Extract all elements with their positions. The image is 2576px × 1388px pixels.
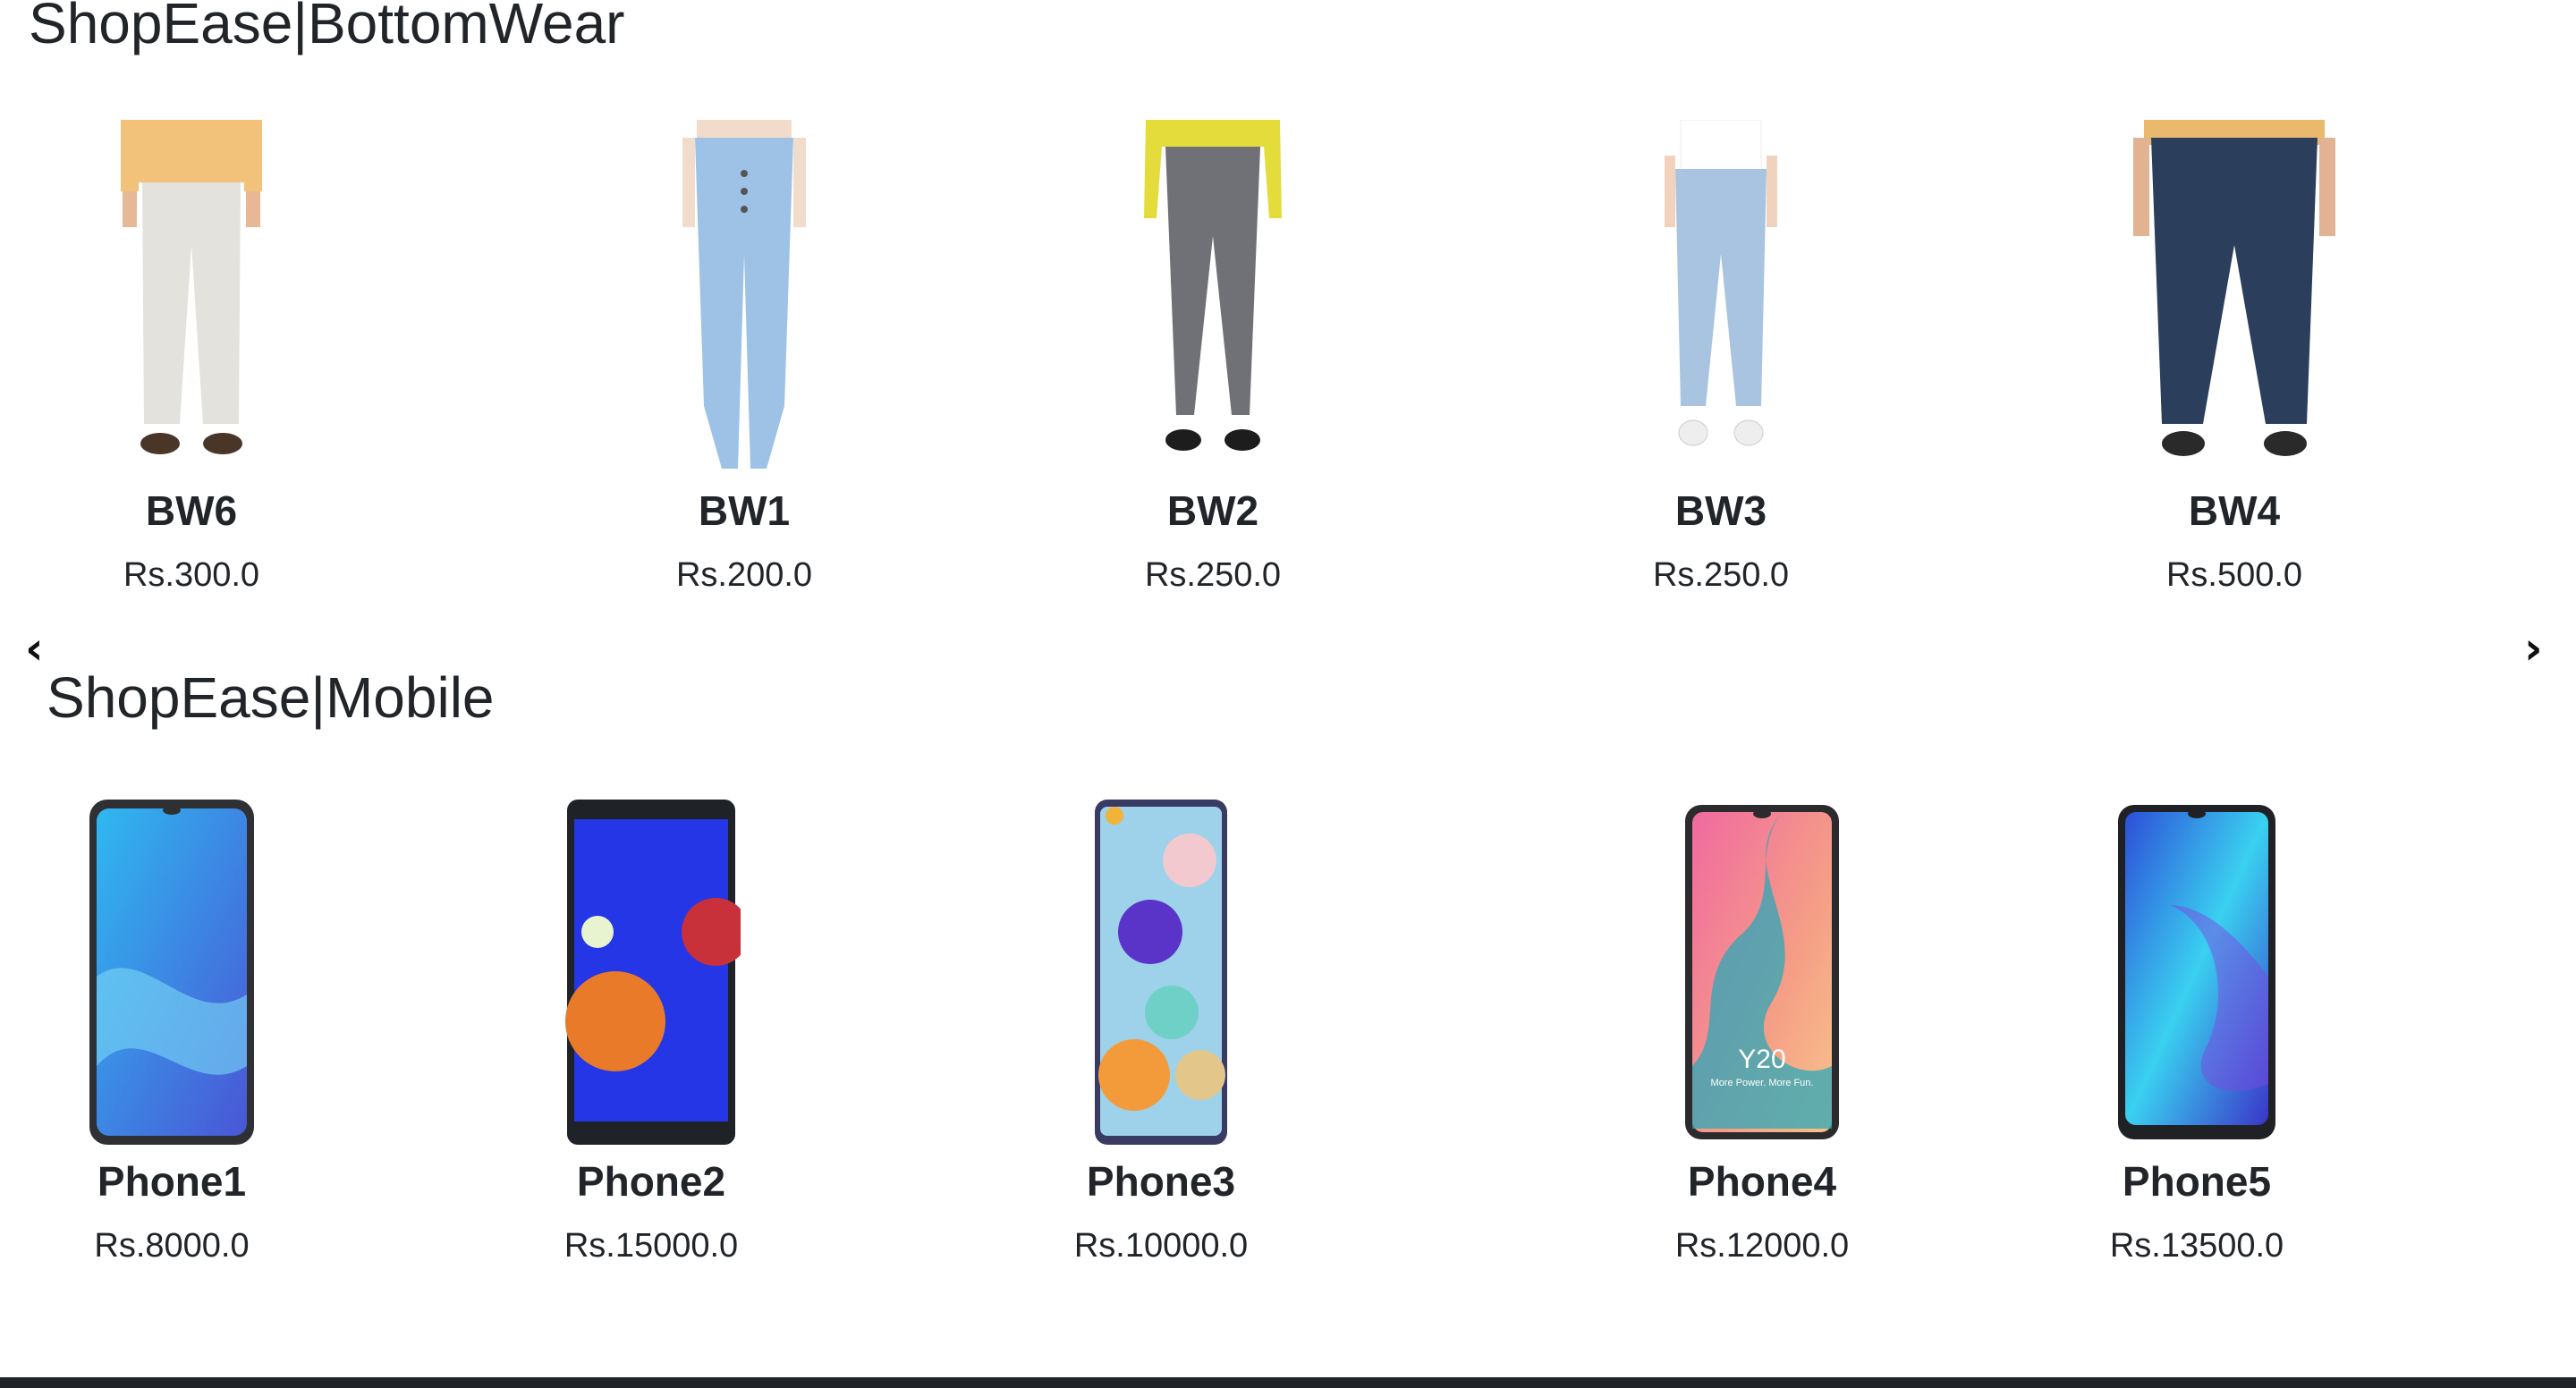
product-name[interactable]: Phone4 <box>1688 1161 1836 1202</box>
product-price: Rs.250.0 <box>1652 556 1790 594</box>
product-price: Rs.300.0 <box>123 556 260 594</box>
product-name[interactable]: Phone3 <box>1087 1161 1235 1202</box>
product-price: Rs.10000.0 <box>1073 1227 1249 1265</box>
phone-redmi-image[interactable] <box>82 798 261 1147</box>
pants-beige-image[interactable] <box>89 120 294 478</box>
section-title-bottomwear: ShopEase|BottomWear <box>29 0 625 55</box>
section-title-mobile: ShopEase|Mobile <box>47 665 495 730</box>
product-name[interactable]: BW6 <box>146 490 237 531</box>
phone-galaxy-a21-image[interactable] <box>1072 798 1250 1147</box>
product-name[interactable]: Phone1 <box>97 1161 246 1202</box>
product-card-bw1[interactable]: BW1 Rs.200.0 <box>610 120 878 603</box>
product-name[interactable]: BW1 <box>699 490 790 531</box>
product-card-phone4[interactable]: Y20 More Power. More Fun. Phone4 Rs.1200… <box>1628 798 1896 1281</box>
product-card-bw3[interactable]: BW3 Rs.250.0 <box>1587 120 1855 603</box>
footer-bar <box>0 1377 2576 1388</box>
product-card-phone2[interactable]: Phone2 Rs.15000.0 <box>517 798 785 1281</box>
product-name[interactable]: BW3 <box>1675 490 1767 531</box>
jeans-mom-fit-image[interactable] <box>1618 120 1824 478</box>
phone-galaxy-a01-image[interactable] <box>562 798 741 1147</box>
product-price: Rs.8000.0 <box>94 1227 250 1265</box>
product-price: Rs.200.0 <box>675 556 813 594</box>
phone-vivo-blue-image[interactable] <box>2107 798 2286 1147</box>
product-price: Rs.500.0 <box>2165 556 2303 594</box>
product-name[interactable]: Phone2 <box>577 1161 725 1202</box>
phone4-model-text: Y20 <box>1738 1045 1785 1074</box>
product-name[interactable]: Phone5 <box>2123 1161 2271 1202</box>
phone4-tagline-text: More Power. More Fun. <box>1711 1078 1814 1088</box>
page: ShopEase|BottomWear BW6 Rs.300.0 BW1 Rs.… <box>0 0 2576 1388</box>
chevron-left-icon[interactable]: ‹ <box>25 626 44 671</box>
product-price: Rs.12000.0 <box>1674 1227 1850 1265</box>
product-price: Rs.13500.0 <box>2109 1227 2284 1265</box>
product-card-phone3[interactable]: Phone3 Rs.10000.0 <box>1027 798 1295 1281</box>
product-name[interactable]: BW2 <box>1167 490 1258 531</box>
product-price: Rs.15000.0 <box>564 1227 739 1265</box>
product-card-phone5[interactable]: Phone5 Rs.13500.0 <box>2063 798 2331 1281</box>
chevron-right-icon[interactable]: › <box>2524 626 2543 671</box>
product-card-bw2[interactable]: BW2 Rs.250.0 <box>1079 120 1347 603</box>
product-card-bw4[interactable]: BW4 Rs.500.0 <box>2100 120 2368 603</box>
phone-vivo-y20-image[interactable]: Y20 More Power. More Fun. <box>1673 798 1852 1147</box>
product-price: Rs.250.0 <box>1144 556 1282 594</box>
product-card-phone1[interactable]: Phone1 Rs.8000.0 <box>38 798 306 1281</box>
jeggings-grey-image[interactable] <box>1110 120 1316 478</box>
jeans-dark-blue-image[interactable] <box>2131 120 2337 478</box>
product-name[interactable]: BW4 <box>2189 490 2280 531</box>
product-card-bw6[interactable]: BW6 Rs.300.0 <box>57 120 326 603</box>
jeans-light-blue-image[interactable] <box>641 120 847 478</box>
